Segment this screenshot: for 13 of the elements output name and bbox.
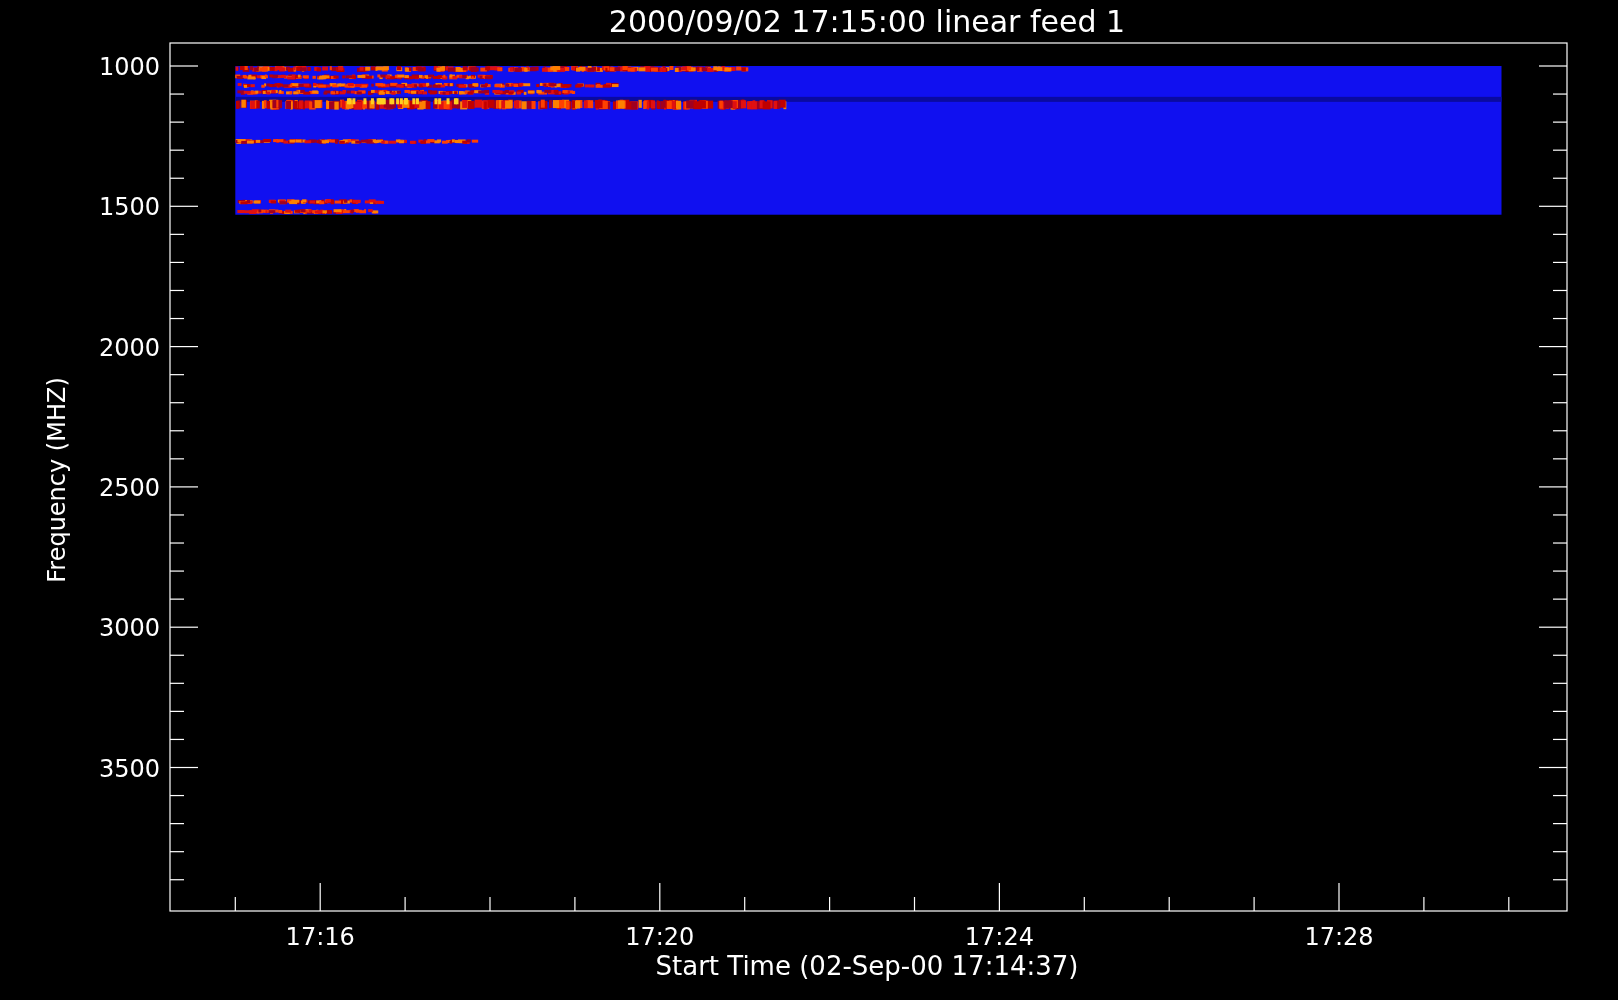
x-tick-label: 17:28 <box>1304 923 1374 951</box>
plot-title: 2000/09/02 17:15:00 linear feed 1 <box>608 4 1126 39</box>
x-axis-label: Start Time (02-Sep-00 17:14:37) <box>655 951 1079 981</box>
y-tick-label: 1500 <box>98 193 160 222</box>
y-tick-label: 2000 <box>98 333 160 362</box>
y-tick-label: 3500 <box>98 754 160 783</box>
x-tick-label: 17:16 <box>285 923 355 951</box>
y-tick-label: 3000 <box>98 614 160 643</box>
x-tick-label: 17:24 <box>964 923 1034 951</box>
x-tick-label: 17:20 <box>625 923 695 951</box>
y-tick-label: 1000 <box>98 53 160 81</box>
y-tick-label: 2500 <box>98 473 160 502</box>
y-axis-label: Frequency (MHZ) <box>43 377 71 583</box>
